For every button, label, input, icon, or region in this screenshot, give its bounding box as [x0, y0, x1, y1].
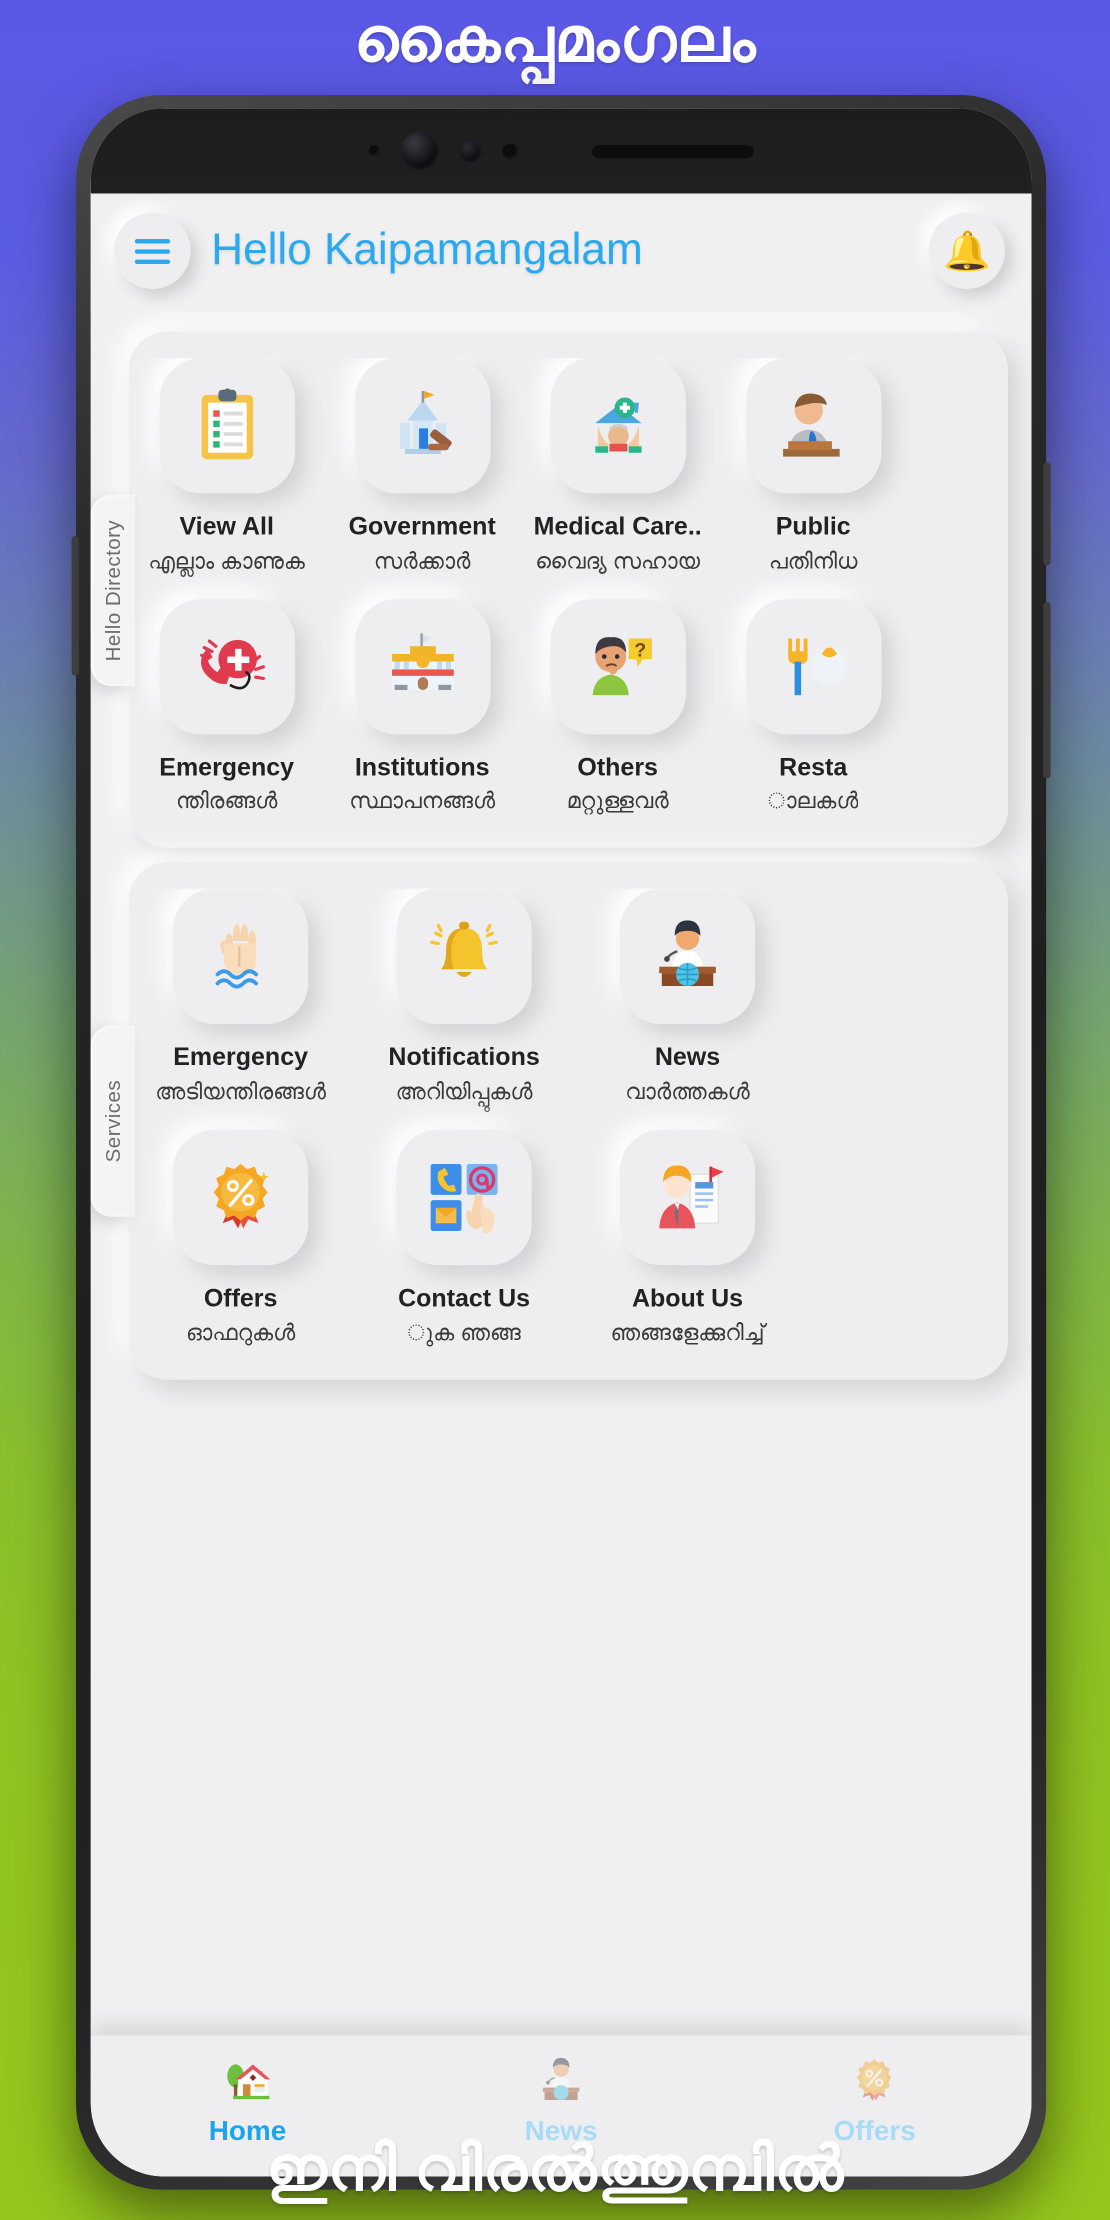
iris-sensor-icon — [459, 139, 482, 162]
directory-item-institutions[interactable]: Institutions സ്ഥാപനങ്ങൾ — [324, 598, 520, 816]
services-item-offers[interactable]: Offers ഓഫറുകൾ — [129, 1129, 352, 1347]
directory-row-1: View All എല്ലാം കാണുക Government സർക്കാർ… — [129, 358, 1008, 575]
menu-button[interactable] — [114, 212, 191, 290]
phone-power-button — [1043, 602, 1051, 779]
about-us-icon — [619, 1129, 756, 1266]
medical-care-icon — [550, 358, 686, 494]
services-item-label: Emergency — [173, 1043, 309, 1072]
services-item-label: Offers — [203, 1284, 278, 1313]
directory-item-sublabel: വൈദ്യ സഹായ — [535, 548, 701, 574]
services-item-sublabel: അടിയന്തിരങ്ങൾ — [155, 1079, 327, 1105]
government-icon — [354, 358, 490, 494]
services-row-1: Emergency അടിയന്തിരങ്ങൾ Notifications അറ… — [129, 889, 1008, 1106]
directory-item-sublabel: എല്ലാം കാണുക — [148, 548, 305, 574]
directory-item-label: Resta — [779, 754, 848, 782]
notification-button[interactable]: 🔔 — [928, 212, 1006, 290]
directory-item-others[interactable]: ? Others മറ്റുള്ളവർ — [520, 598, 716, 816]
directory-item-label: Public — [775, 513, 851, 541]
home-icon — [226, 2064, 270, 2100]
phone-notch-bezel — [90, 108, 1032, 194]
svg-text:?: ? — [634, 640, 646, 661]
bell-ring-icon — [396, 889, 532, 1025]
clipboard-icon — [159, 358, 295, 494]
tab-hello-directory[interactable]: Hello Directory — [90, 494, 135, 686]
tab-services-label: Services — [100, 1079, 125, 1163]
directory-grid: View All എല്ലാം കാണുക Government സർക്കാർ… — [129, 358, 1008, 816]
public-rep-icon — [745, 358, 881, 494]
earpiece-speaker-icon — [591, 144, 754, 158]
app-content: Hello Directory View All എല്ലാം കാണുക Go… — [90, 311, 1032, 2035]
services-item-news[interactable]: News വാർത്തകൾ — [576, 889, 799, 1106]
raised-hand-sos-icon — [173, 889, 309, 1025]
hamburger-menu-icon — [134, 238, 171, 264]
phone-volume-button — [1043, 462, 1051, 566]
others-icon: ? — [550, 598, 686, 734]
directory-item-sublabel: പതിനിധ — [768, 548, 858, 574]
services-item-label: News — [654, 1043, 721, 1072]
directory-item-label: Others — [577, 753, 658, 782]
app-bar: Hello Kaipamangalam 🔔 — [90, 190, 1032, 312]
restaurant-icon — [745, 598, 881, 734]
services-item-label: About Us — [631, 1284, 744, 1313]
directory-item-label: Government — [348, 512, 496, 541]
directory-item-sublabel: ന്തിരങ്ങൾ — [175, 789, 278, 815]
services-item-notifications[interactable]: Notifications അറിയിപ്പുകൾ — [352, 889, 575, 1106]
directory-item-government[interactable]: Government സർക്കാർ — [324, 358, 520, 575]
phone-body: Hello Kaipamangalam 🔔 Hello Directory Vi… — [71, 95, 1051, 2190]
directory-item-label: Institutions — [354, 753, 490, 782]
bell-icon: 🔔 — [943, 228, 991, 273]
phone-mockup: Hello Kaipamangalam 🔔 Hello Directory Vi… — [0, 0, 1110, 2220]
directory-item-sublabel: മറ്റുള്ളവർ — [566, 789, 669, 815]
services-item-sublabel: അറിയിപ്പുകൾ — [395, 1079, 533, 1105]
phone-screen: Hello Kaipamangalam 🔔 Hello Directory Vi… — [90, 108, 1032, 2177]
services-item-sublabel: ഞങ്ങളേക്കുറിച്ച് — [610, 1320, 765, 1346]
promo-headline-bottom: ഇനി വിരൽത്തുമ്പിൽ — [266, 2134, 844, 2204]
services-row-2: Offers ഓഫറുകൾ Contact Us ുക ഞങ്ങ About U… — [129, 1129, 1008, 1347]
emergency-call-icon — [159, 598, 295, 734]
directory-item-public-representative[interactable]: Public പതിനിധ — [715, 358, 911, 575]
proximity-sensor-icon — [368, 144, 381, 157]
light-sensor-icon — [502, 142, 519, 159]
services-item-sublabel: വാർത്തകൾ — [625, 1079, 750, 1105]
contact-us-icon — [396, 1129, 532, 1266]
directory-item-medical-care[interactable]: Medical Care.. വൈദ്യ സഹായ — [520, 358, 716, 575]
services-item-sublabel: ഓഫറുകൾ — [185, 1320, 296, 1346]
directory-row-2: Emergency ന്തിരങ്ങൾ Institutions സ്ഥാപനങ… — [129, 598, 1008, 816]
directory-item-sublabel: സർക്കാർ — [373, 548, 471, 574]
phone-bixby-button — [71, 536, 79, 676]
front-camera-icon — [400, 131, 440, 170]
services-item-about-us[interactable]: About Us ഞങ്ങളേക്കുറിച്ച് — [576, 1129, 799, 1347]
services-grid: Emergency അടിയന്തിരങ്ങൾ Notifications അറ… — [129, 889, 1008, 1347]
news-anchor-icon — [619, 889, 756, 1025]
directory-item-label: View All — [179, 512, 274, 541]
directory-item-sublabel: ാലകൾ — [767, 789, 859, 815]
services-item-label: Contact Us — [398, 1284, 531, 1313]
directory-item-view-all[interactable]: View All എല്ലാം കാണുക — [129, 358, 325, 575]
offers-icon — [857, 2059, 893, 2101]
section-services: Services Emergency അടിയന്തിരങ്ങൾ Notific… — [90, 862, 1008, 1380]
directory-item-sublabel: സ്ഥാപനങ്ങൾ — [349, 789, 496, 815]
app-viewport: Hello Kaipamangalam 🔔 Hello Directory Vi… — [90, 190, 1032, 2177]
news-icon — [542, 2057, 580, 2100]
app-title: Hello Kaipamangalam — [211, 225, 643, 275]
institutions-icon — [354, 598, 490, 734]
services-item-label: Notifications — [388, 1043, 540, 1072]
services-item-sublabel: ുക ഞങ്ങ — [407, 1320, 521, 1346]
services-item-contact-us[interactable]: Contact Us ുക ഞങ്ങ — [352, 1129, 575, 1347]
tab-hello-directory-label: Hello Directory — [100, 519, 125, 661]
services-item-emergency[interactable]: Emergency അടിയന്തിരങ്ങൾ — [129, 889, 352, 1106]
directory-item-label: Medical Care.. — [533, 512, 702, 541]
directory-item-emergency[interactable]: Emergency ന്തിരങ്ങൾ — [129, 598, 325, 816]
offer-badge-icon — [173, 1129, 309, 1266]
directory-item-restaurant[interactable]: Resta ാലകൾ — [715, 598, 911, 816]
tab-services[interactable]: Services — [90, 1025, 135, 1217]
directory-item-label: Emergency — [159, 753, 295, 782]
section-hello-directory: Hello Directory View All എല്ലാം കാണുക Go… — [90, 331, 1008, 849]
